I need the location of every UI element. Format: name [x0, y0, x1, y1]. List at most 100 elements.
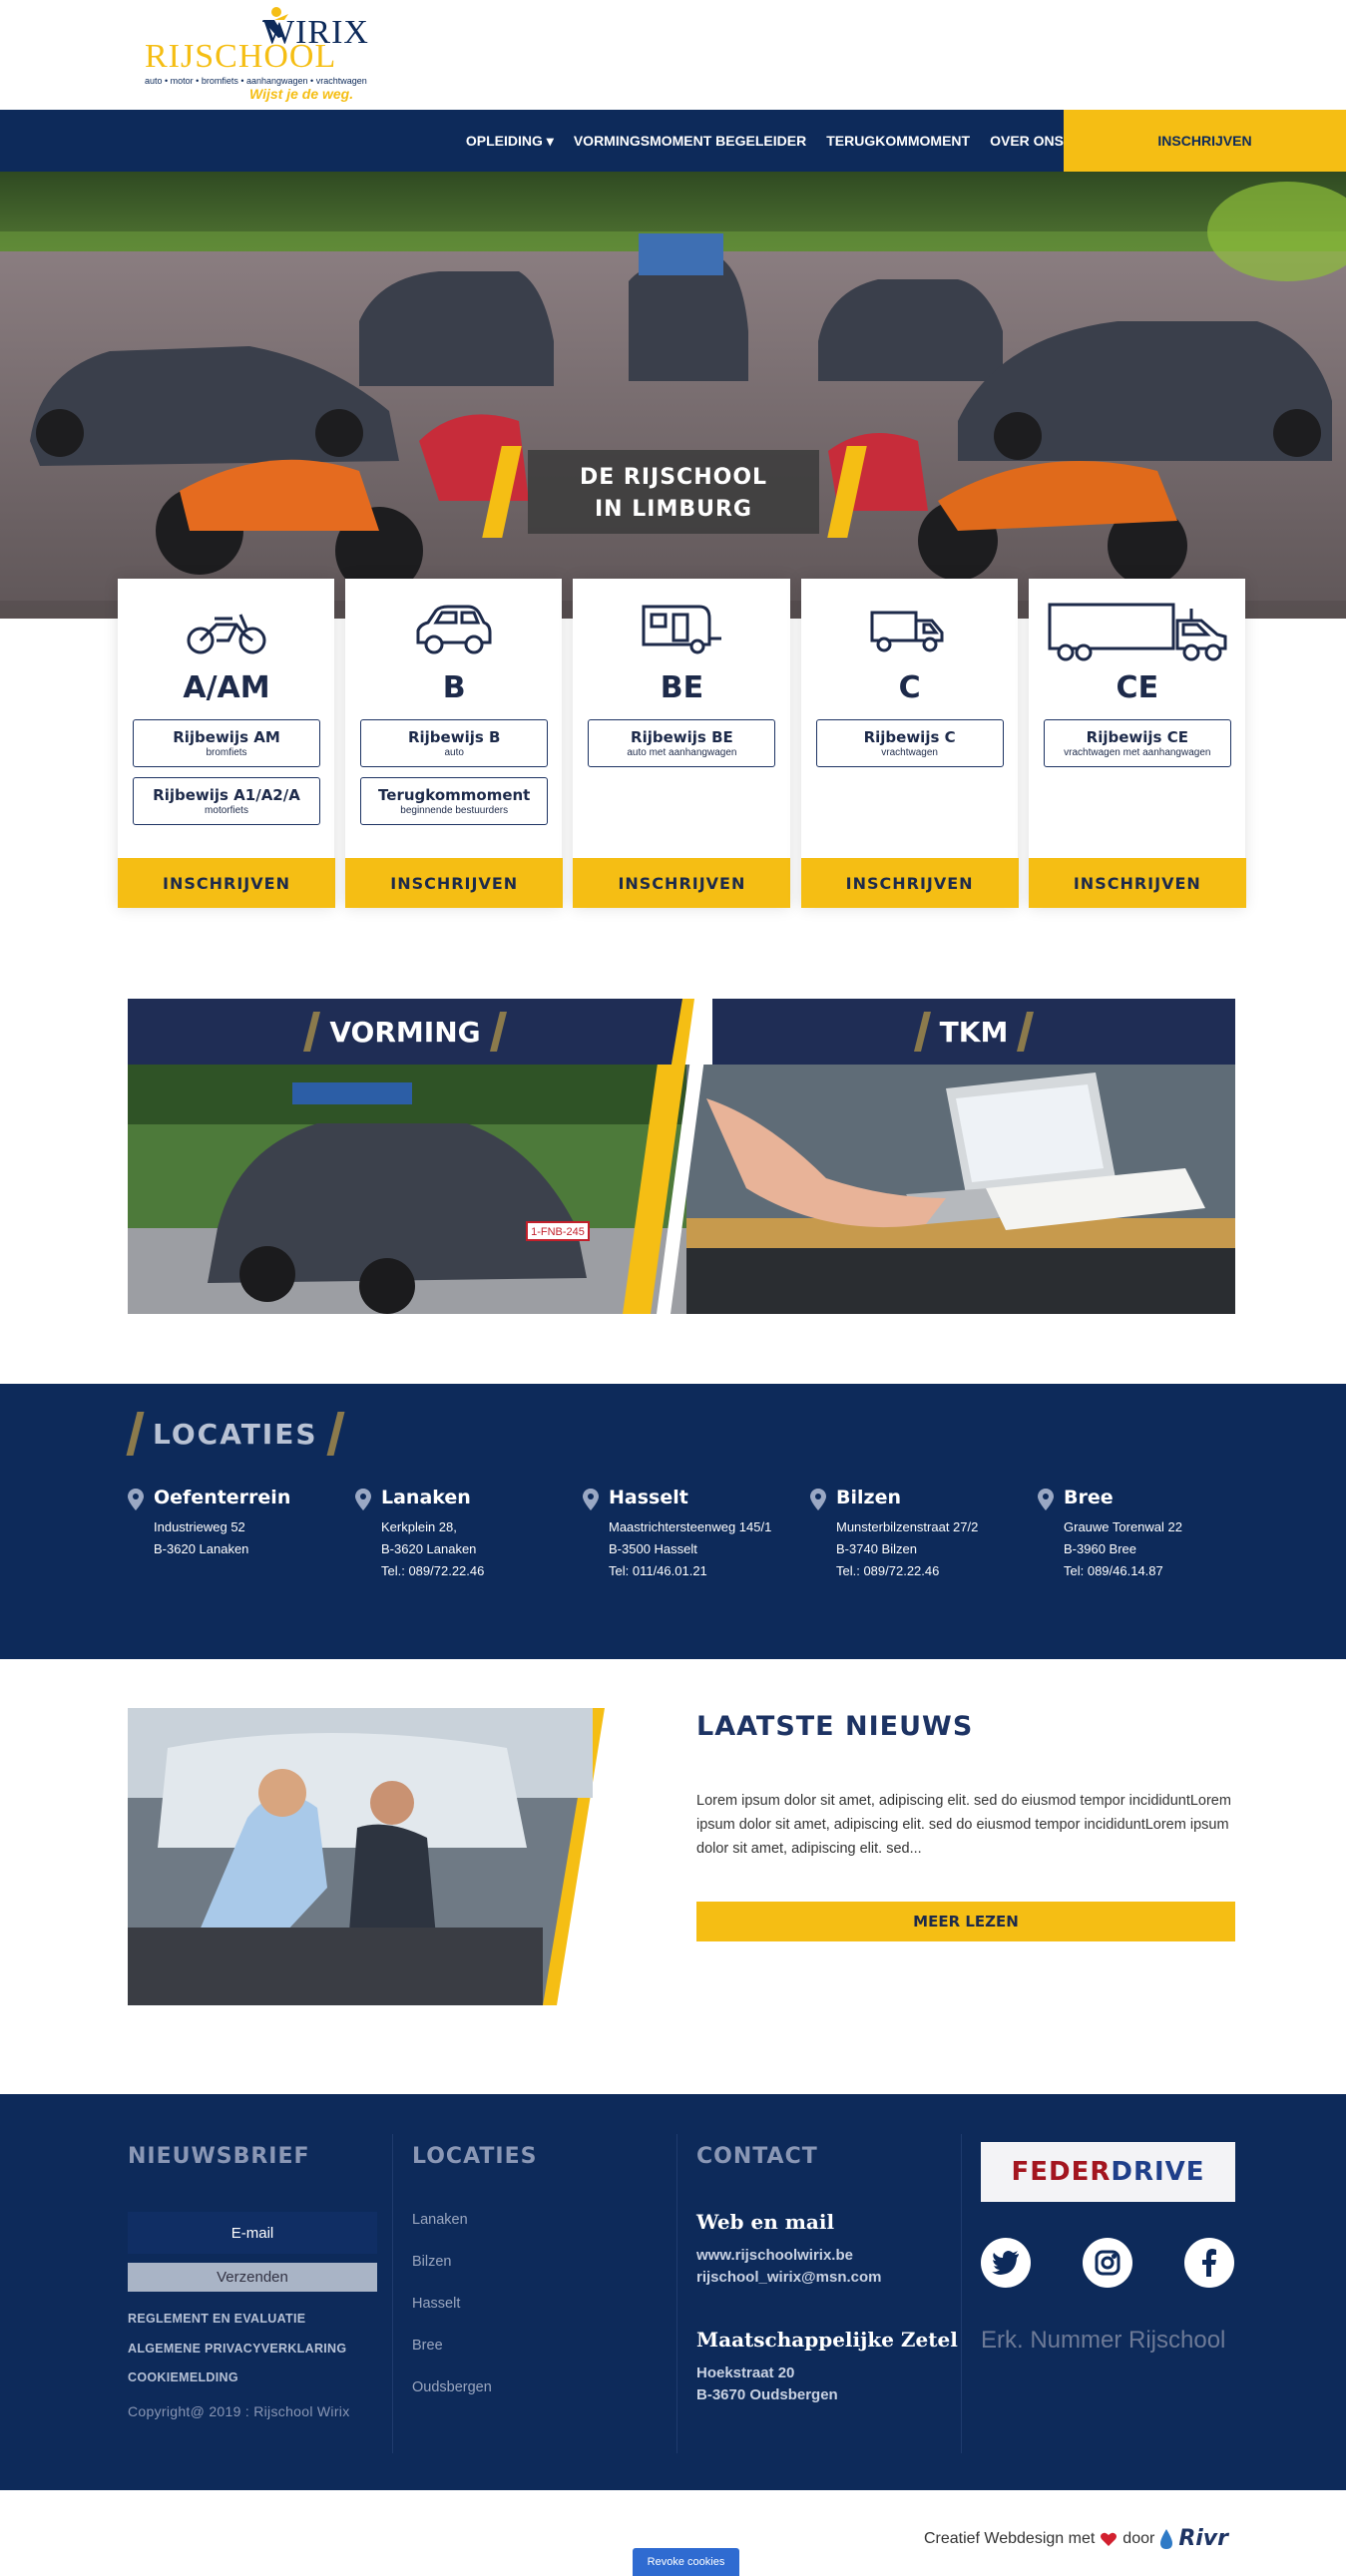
rijbewijs-ce-link[interactable]: Rijbewijs CE vrachtwagen met aanhangwage…	[1043, 719, 1231, 767]
map-pin-icon	[583, 1489, 599, 1510]
footer-divider	[676, 2134, 677, 2453]
facebook-icon	[1202, 2249, 1216, 2277]
footer-location-link[interactable]: Lanaken	[412, 2212, 468, 2228]
cookie-link[interactable]: COOKIEMELDING	[128, 2370, 238, 2384]
pill-title: Terugkommoment	[378, 786, 531, 804]
pill-title: Rijbewijs B	[407, 728, 501, 746]
location-line: Maastrichtersteenweg 145/1	[609, 1519, 772, 1534]
footer-location-link[interactable]: Oudsbergen	[412, 2379, 492, 2395]
vorming-link[interactable]: VORMING	[128, 999, 682, 1065]
rijbewijs-am-link[interactable]: Rijbewijs AM bromfiets	[133, 719, 320, 767]
slash-decoration	[303, 1012, 321, 1052]
inschrijven-c-button[interactable]: INSCHRIJVEN	[800, 858, 1019, 908]
instagram-icon	[1095, 2250, 1121, 2276]
nav-terugkommoment[interactable]: TERUGKOMMOMENT	[826, 133, 970, 149]
logo-tagline: auto • motor • bromfiets • aanhangwagen …	[145, 76, 367, 86]
motorcycle-icon	[187, 614, 266, 654]
location-name: Hasselt	[609, 1487, 688, 1508]
license-code: C	[898, 670, 921, 705]
pill-title: Rijbewijs AM	[173, 728, 280, 746]
federdrive-word-b: DRIVE	[1111, 2157, 1205, 2187]
location-line: Tel: 011/46.01.21	[609, 1563, 707, 1578]
privacy-link[interactable]: ALGEMENE PRIVACYVERKLARING	[128, 2342, 346, 2356]
license-cards: A/AM Rijbewijs AM bromfiets Rijbewijs A1…	[118, 579, 1246, 908]
inschrijven-be-button[interactable]: INSCHRIJVEN	[573, 858, 791, 908]
caravan-icon	[642, 605, 722, 654]
license-code: B	[442, 670, 466, 705]
pill-subtitle: beginnende bestuurders	[400, 805, 509, 816]
federdrive-word-a: FEDER	[1011, 2157, 1112, 2187]
pill-subtitle: vrachtwagen met aanhangwagen	[1064, 747, 1211, 758]
twitter-button[interactable]	[981, 2238, 1031, 2288]
inschrijven-a-am-button[interactable]: INSCHRIJVEN	[118, 858, 335, 908]
credit-text-door: door	[1122, 2529, 1155, 2547]
location-line: B-3500 Hasselt	[609, 1541, 697, 1556]
license-card-be: BE Rijbewijs BE auto met aanhangwagen IN…	[573, 579, 791, 908]
hero-banner	[0, 172, 1346, 619]
nav-inschrijven-button[interactable]: INSCHRIJVEN	[1064, 110, 1346, 172]
rijbewijs-be-link[interactable]: Rijbewijs BE auto met aanhangwagen	[588, 719, 776, 767]
location-line: Grauwe Torenwal 22	[1064, 1519, 1182, 1534]
twitter-icon	[992, 2251, 1019, 2275]
license-code: A/AM	[183, 670, 270, 705]
slash-decoration	[489, 1012, 507, 1052]
promo-section: 1-FNB-245 VORMING TKM	[128, 999, 1235, 1314]
revoke-cookies-button[interactable]: Revoke cookies	[633, 2548, 739, 2576]
contact-title: CONTACT	[696, 2144, 818, 2169]
reglement-link[interactable]: REGLEMENT EN EVALUATIE	[128, 2312, 305, 2326]
pill-title: Rijbewijs CE	[1086, 728, 1188, 746]
license-card-ce: CE Rijbewijs CE vrachtwagen met aanhangw…	[1028, 579, 1246, 908]
meer-lezen-button[interactable]: MEER LEZEN	[696, 1902, 1235, 1941]
webdesign-credit[interactable]: Creatief Webdesign met door Rivr	[924, 2526, 1228, 2551]
footer-divider	[392, 2134, 393, 2453]
nav-over-ons[interactable]: OVER ONS	[990, 133, 1064, 149]
license-plate: 1-FNB-245	[531, 1226, 585, 1238]
location-line: B-3740 Bilzen	[836, 1541, 917, 1556]
footer-divider	[961, 2134, 962, 2453]
verzenden-button[interactable]: Verzenden	[128, 2263, 377, 2292]
email-link[interactable]: rijschool_wirix@msn.com	[696, 2269, 882, 2286]
location-line: Kerkplein 28,	[381, 1519, 457, 1534]
inschrijven-ce-button[interactable]: INSCHRIJVEN	[1028, 858, 1246, 908]
rijbewijs-a-link[interactable]: Rijbewijs A1/A2/A motorfiets	[133, 777, 320, 825]
news-image	[128, 1708, 605, 2005]
tkm-title: TKM	[939, 1015, 1009, 1049]
location-name: Oefenterrein	[154, 1487, 291, 1508]
terugkommoment-link[interactable]: Terugkommoment beginnende bestuurders	[360, 777, 549, 825]
location-line: Tel.: 089/72.22.46	[836, 1563, 940, 1578]
tkm-link[interactable]: TKM	[712, 999, 1235, 1065]
slash-decoration	[913, 1012, 931, 1052]
footer-location-link[interactable]: Bree	[412, 2338, 443, 2354]
inschrijven-b-button[interactable]: INSCHRIJVEN	[345, 858, 564, 908]
pill-title: Rijbewijs C	[863, 728, 956, 746]
car-icon	[416, 605, 492, 654]
map-pin-icon	[810, 1489, 826, 1510]
erk-nummer: Erk. Nummer Rijschool	[981, 2327, 1226, 2354]
hero-photo	[0, 172, 1346, 619]
pill-title: Rijbewijs BE	[631, 728, 733, 746]
location-line: Industrieweg 52	[154, 1519, 245, 1534]
hero-title-bar-left	[482, 446, 522, 538]
pill-subtitle: auto met aanhangwagen	[627, 747, 737, 758]
news-title: LAATSTE NIEUWS	[696, 1711, 974, 1742]
rijbewijs-c-link[interactable]: Rijbewijs C vrachtwagen	[815, 719, 1004, 767]
slash-decoration	[1017, 1012, 1035, 1052]
newsletter-email-input[interactable]	[128, 2212, 377, 2254]
pill-subtitle: vrachtwagen	[881, 747, 938, 758]
rijbewijs-b-link[interactable]: Rijbewijs B auto	[360, 719, 549, 767]
nav-opleiding[interactable]: OPLEIDING ▾	[466, 133, 554, 150]
nav-vormingsmoment[interactable]: VORMINGSMOMENT BEGELEIDER	[574, 133, 806, 149]
facebook-button[interactable]	[1184, 2238, 1234, 2288]
map-pin-icon	[128, 1489, 144, 1510]
rivr-logo: Rivr	[1178, 2526, 1228, 2551]
website-link[interactable]: www.rijschoolwirix.be	[696, 2247, 853, 2264]
footer-location-link[interactable]: Bilzen	[412, 2254, 452, 2270]
location-line: B-3620 Lanaken	[154, 1541, 249, 1556]
federdrive-logo[interactable]: FEDER DRIVE	[981, 2142, 1235, 2202]
locaties-heading: LOCATIES	[153, 1417, 318, 1451]
footer-location-link[interactable]: Hasselt	[412, 2296, 460, 2312]
instagram-button[interactable]	[1083, 2238, 1132, 2288]
site-header: WIRIX RIJSCHOOL auto • motor • bromfiets…	[0, 0, 1346, 110]
logo[interactable]: WIRIX RIJSCHOOL auto • motor • bromfiets…	[143, 6, 372, 106]
pill-subtitle: bromfiets	[206, 747, 247, 758]
